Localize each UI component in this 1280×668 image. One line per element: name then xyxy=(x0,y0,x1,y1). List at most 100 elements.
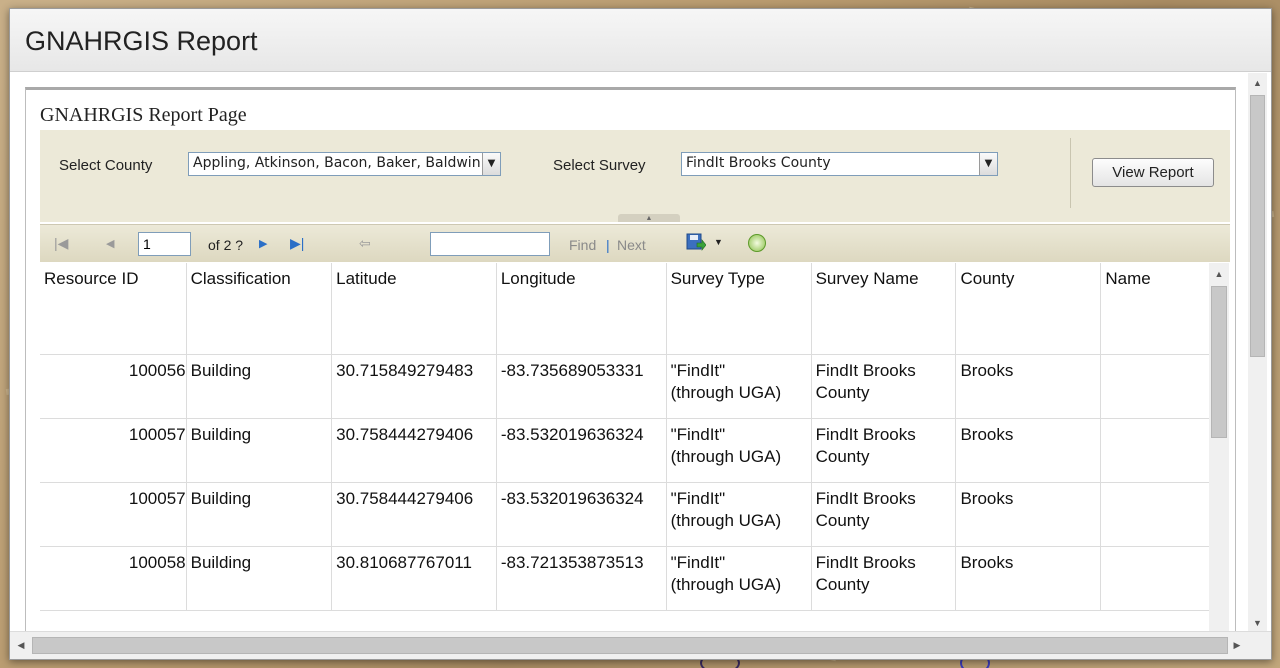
cell-county: Brooks xyxy=(955,482,1102,547)
select-county-label: Select County xyxy=(59,157,153,174)
cell-name xyxy=(1100,546,1220,611)
report-page-title: GNAHRGIS Report Page xyxy=(40,104,247,126)
report-toolbar: |◀ ◀ of 2 ? ▶ ▶| ⇦ Find | Next ▼ xyxy=(40,224,1230,262)
cell-county: Brooks xyxy=(955,418,1102,483)
separator: | xyxy=(606,237,610,253)
last-page-icon[interactable]: ▶| xyxy=(290,235,304,252)
cell-classification: Building xyxy=(186,546,333,611)
previous-page-icon[interactable]: ◀ xyxy=(106,237,114,250)
scrollbar-thumb[interactable] xyxy=(1211,286,1227,438)
chevron-down-icon[interactable]: ▼ xyxy=(979,153,997,175)
dialog-horizontal-scrollbar[interactable]: ◀ ▶ xyxy=(10,631,1271,659)
chevron-down-icon[interactable]: ▼ xyxy=(714,237,723,247)
cell-resource-id: 100056 xyxy=(40,354,187,419)
county-select[interactable]: Appling, Atkinson, Bacon, Baker, Baldwin… xyxy=(188,152,501,176)
county-select-value: Appling, Atkinson, Bacon, Baker, Baldwin xyxy=(193,155,481,171)
scroll-left-icon[interactable]: ◀ xyxy=(13,638,29,652)
survey-select[interactable]: FindIt Brooks County ▼ xyxy=(681,152,998,176)
cell-survey-name: FindIt Brooks County xyxy=(811,482,957,547)
report-dialog: GNAHRGIS Report GNAHRGIS Report Page Sel… xyxy=(9,8,1272,660)
cell-survey-type: "FindIt" (through UGA) xyxy=(666,418,812,483)
survey-type-line: (through UGA) xyxy=(670,510,782,530)
select-survey-label: Select Survey xyxy=(553,157,646,174)
report-viewer: GNAHRGIS Report Page Select County Appli… xyxy=(25,87,1236,633)
table-row: 100057 Building 30.758444279406 -83.5320… xyxy=(40,418,1220,483)
back-icon[interactable]: ⇦ xyxy=(359,235,371,252)
survey-type-line: "FindIt" xyxy=(670,360,726,380)
scroll-up-icon[interactable]: ▲ xyxy=(1248,76,1267,90)
survey-name-line: FindIt Brooks xyxy=(815,488,916,508)
table-vertical-scrollbar[interactable]: ▲ xyxy=(1209,263,1229,632)
cell-county: Brooks xyxy=(955,546,1102,611)
refresh-icon[interactable] xyxy=(748,234,766,252)
dialog-vertical-scrollbar[interactable]: ▲ ▼ xyxy=(1248,73,1267,633)
survey-name-line: County xyxy=(815,574,870,594)
cell-latitude: 30.758444279406 xyxy=(331,482,497,547)
table-header-row: Resource ID Classification Latitude Long… xyxy=(40,263,1220,355)
scrollbar-thumb[interactable] xyxy=(32,637,1228,654)
export-icon[interactable] xyxy=(686,232,706,252)
scroll-right-icon[interactable]: ▶ xyxy=(1229,638,1245,652)
cell-classification: Building xyxy=(186,482,333,547)
survey-type-line: "FindIt" xyxy=(670,552,726,572)
dialog-title-bar[interactable]: GNAHRGIS Report xyxy=(10,9,1271,72)
find-text-input[interactable] xyxy=(430,232,550,256)
page-number-input[interactable] xyxy=(138,232,191,256)
survey-type-line: "FindIt" xyxy=(670,488,726,508)
column-header: Latitude xyxy=(331,263,497,355)
cell-name xyxy=(1100,482,1220,547)
cell-survey-name: FindIt Brooks County xyxy=(811,418,957,483)
report-table: Resource ID Classification Latitude Long… xyxy=(40,263,1220,611)
cell-survey-type: "FindIt" (through UGA) xyxy=(666,482,812,547)
scroll-down-icon[interactable]: ▼ xyxy=(1248,616,1267,630)
cell-classification: Building xyxy=(186,418,333,483)
cell-latitude: 30.758444279406 xyxy=(331,418,497,483)
cell-latitude: 30.715849279483 xyxy=(331,354,497,419)
cell-latitude: 30.810687767011 xyxy=(331,546,497,611)
survey-name-line: County xyxy=(815,446,870,466)
page-count: of 2 ? xyxy=(208,237,244,253)
cell-longitude: -83.721353873513 xyxy=(496,546,667,611)
next-link[interactable]: Next xyxy=(617,237,646,253)
cell-resource-id: 100057 xyxy=(40,482,187,547)
collapse-parameters-handle[interactable]: ▲ xyxy=(618,214,680,222)
cell-resource-id: 100058 xyxy=(40,546,187,611)
table-row: 100058 Building 30.810687767011 -83.7213… xyxy=(40,546,1220,611)
divider xyxy=(1070,138,1071,208)
next-page-icon[interactable]: ▶ xyxy=(259,237,267,250)
cell-survey-type: "FindIt" (through UGA) xyxy=(666,546,812,611)
cell-survey-name: FindIt Brooks County xyxy=(811,354,957,419)
find-link[interactable]: Find xyxy=(569,237,596,253)
cell-survey-name: FindIt Brooks County xyxy=(811,546,957,611)
cell-classification: Building xyxy=(186,354,333,419)
scrollbar-thumb[interactable] xyxy=(1250,95,1265,357)
scroll-up-icon[interactable]: ▲ xyxy=(1209,267,1229,281)
report-table-area: Resource ID Classification Latitude Long… xyxy=(40,263,1220,632)
chevron-down-icon[interactable]: ▼ xyxy=(482,153,500,175)
cell-name xyxy=(1100,354,1220,419)
survey-name-line: County xyxy=(815,510,870,530)
column-header: Survey Name xyxy=(811,263,957,355)
first-page-icon[interactable]: |◀ xyxy=(54,235,68,252)
survey-name-line: FindIt Brooks xyxy=(815,552,916,572)
cell-longitude: -83.532019636324 xyxy=(496,482,667,547)
survey-name-line: FindIt Brooks xyxy=(815,424,916,444)
cell-name xyxy=(1100,418,1220,483)
survey-type-line: (through UGA) xyxy=(670,574,782,594)
column-header: Classification xyxy=(186,263,333,355)
survey-type-line: (through UGA) xyxy=(670,446,782,466)
column-header: Survey Type xyxy=(666,263,812,355)
parameter-bar: Select County Appling, Atkinson, Bacon, … xyxy=(40,130,1230,222)
cell-longitude: -83.735689053331 xyxy=(496,354,667,419)
view-report-button[interactable]: View Report xyxy=(1092,158,1214,187)
survey-select-value: FindIt Brooks County xyxy=(686,155,831,171)
table-row: 100056 Building 30.715849279483 -83.7356… xyxy=(40,354,1220,419)
column-header: Name xyxy=(1100,263,1220,355)
survey-name-line: County xyxy=(815,382,870,402)
column-header: Longitude xyxy=(496,263,667,355)
cell-survey-type: "FindIt" (through UGA) xyxy=(666,354,812,419)
survey-name-line: FindIt Brooks xyxy=(815,360,916,380)
cell-resource-id: 100057 xyxy=(40,418,187,483)
dialog-title: GNAHRGIS Report xyxy=(25,26,258,56)
survey-type-line: "FindIt" xyxy=(670,424,726,444)
